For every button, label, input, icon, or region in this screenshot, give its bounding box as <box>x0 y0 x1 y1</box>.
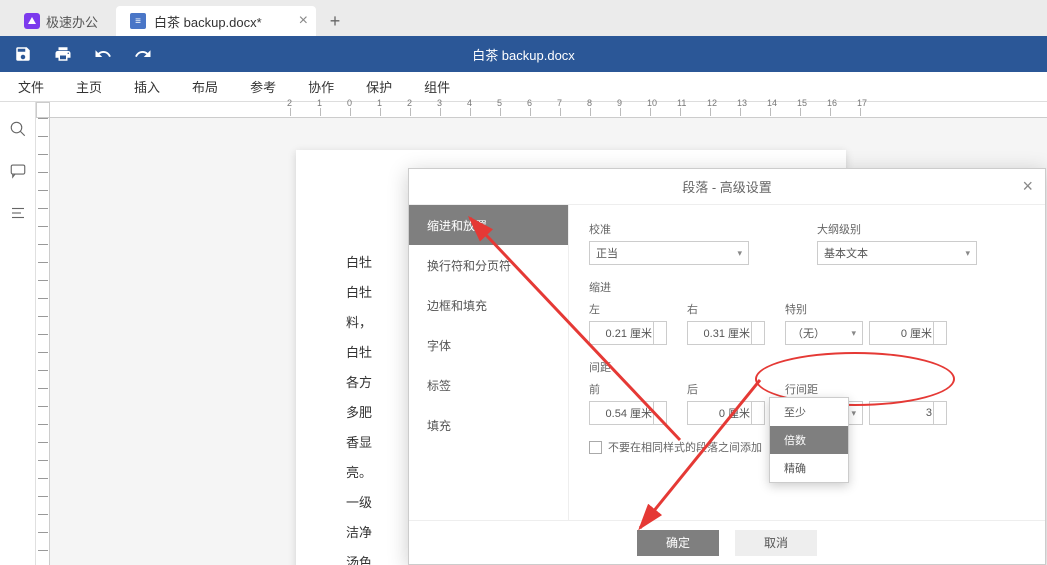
menu-home[interactable]: 主页 <box>70 75 108 98</box>
outline-label: 大纲级别 <box>817 221 1025 237</box>
indent-right-label: 右 <box>687 301 765 317</box>
menu-insert[interactable]: 插入 <box>128 75 166 98</box>
search-icon[interactable] <box>9 120 27 138</box>
horizontal-ruler[interactable]: 2101234567891011121314151617 <box>50 102 1047 118</box>
menu-reference[interactable]: 参考 <box>244 75 282 98</box>
dropdown-option-0[interactable]: 至少 <box>770 398 848 426</box>
dialog-title: 段落 - 高级设置 <box>682 177 772 196</box>
dialog-nav-item-5[interactable]: 填充 <box>409 405 568 445</box>
doc-icon: ≡ <box>130 13 146 29</box>
alignment-select[interactable]: 正当 <box>589 241 749 265</box>
indent-section: 缩进 <box>589 279 1025 295</box>
outline-select[interactable]: 基本文本 <box>817 241 977 265</box>
indent-left-label: 左 <box>589 301 667 317</box>
dialog-close-button[interactable]: × <box>1022 176 1033 197</box>
dropdown-option-2[interactable]: 精确 <box>770 454 848 482</box>
indent-special-by[interactable]: 0 厘米▴▾ <box>869 321 947 345</box>
headings-icon[interactable] <box>9 204 27 222</box>
line-spacing-at[interactable]: 3▴▾ <box>869 401 947 425</box>
dialog-nav-item-4[interactable]: 标签 <box>409 365 568 405</box>
alignment-label: 校准 <box>589 221 797 237</box>
cancel-button[interactable]: 取消 <box>735 530 817 556</box>
menu-components[interactable]: 组件 <box>418 75 456 98</box>
app-name: 极速办公 <box>46 12 98 31</box>
close-tab-button[interactable]: × <box>299 12 308 30</box>
vertical-ruler[interactable] <box>36 118 50 565</box>
menu-layout[interactable]: 布局 <box>186 75 224 98</box>
save-icon[interactable] <box>14 45 32 63</box>
comment-icon[interactable] <box>9 162 27 180</box>
checkbox-label: 不要在相同样式的段落之间添加 <box>608 439 762 455</box>
dialog-nav-item-1[interactable]: 换行符和分页符 <box>409 245 568 285</box>
spacing-before-label: 前 <box>589 381 667 397</box>
app-tab[interactable]: 极速办公 <box>10 6 112 36</box>
redo-icon[interactable] <box>134 45 152 63</box>
window-title: 白茶 backup.docx <box>472 45 575 64</box>
menu-bar: 文件 主页 插入 布局 参考 协作 保护 组件 <box>0 72 1047 102</box>
undo-icon[interactable] <box>94 45 112 63</box>
indent-special-select[interactable]: （无） <box>785 321 863 345</box>
side-toolbar <box>0 102 36 565</box>
document-tab[interactable]: ≡ 白茶 backup.docx* × <box>116 6 316 36</box>
indent-special-label: 特别 <box>785 301 947 317</box>
line-spacing-label: 行间距 <box>785 381 947 397</box>
ok-button[interactable]: 确定 <box>637 530 719 556</box>
spacing-after-input[interactable]: 0 厘米▴▾ <box>687 401 765 425</box>
menu-protect[interactable]: 保护 <box>360 75 398 98</box>
menu-file[interactable]: 文件 <box>12 75 50 98</box>
menu-collab[interactable]: 协作 <box>302 75 340 98</box>
ruler-corner <box>36 102 50 118</box>
dialog-title-bar[interactable]: 段落 - 高级设置 × <box>409 169 1045 205</box>
print-icon[interactable] <box>54 45 72 63</box>
spacing-after-label: 后 <box>687 381 765 397</box>
dialog-nav-item-0[interactable]: 缩进和放置 <box>409 205 568 245</box>
indent-left-input[interactable]: 0.21 厘米▴▾ <box>589 321 667 345</box>
spacing-before-input[interactable]: 0.54 厘米▴▾ <box>589 401 667 425</box>
line-spacing-dropdown[interactable]: 至少倍数精确 <box>769 397 849 483</box>
add-tab-button[interactable]: + <box>320 6 350 36</box>
dialog-nav: 缩进和放置换行符和分页符边框和填充字体标签填充 <box>409 205 569 520</box>
quick-access-toolbar: 白茶 backup.docx <box>0 36 1047 72</box>
spacing-section: 间距 <box>589 359 1025 375</box>
app-logo-icon <box>24 13 40 29</box>
dialog-footer: 确定 取消 <box>409 520 1045 564</box>
dialog-nav-item-3[interactable]: 字体 <box>409 325 568 365</box>
doc-tab-title: 白茶 backup.docx* <box>154 12 262 31</box>
dropdown-option-1[interactable]: 倍数 <box>770 426 848 454</box>
tab-bar: 极速办公 ≡ 白茶 backup.docx* × + <box>0 0 1047 36</box>
indent-right-input[interactable]: 0.31 厘米▴▾ <box>687 321 765 345</box>
checkbox-icon[interactable] <box>589 441 602 454</box>
dialog-nav-item-2[interactable]: 边框和填充 <box>409 285 568 325</box>
paragraph-dialog: 段落 - 高级设置 × 缩进和放置换行符和分页符边框和填充字体标签填充 校准 正… <box>408 168 1046 565</box>
